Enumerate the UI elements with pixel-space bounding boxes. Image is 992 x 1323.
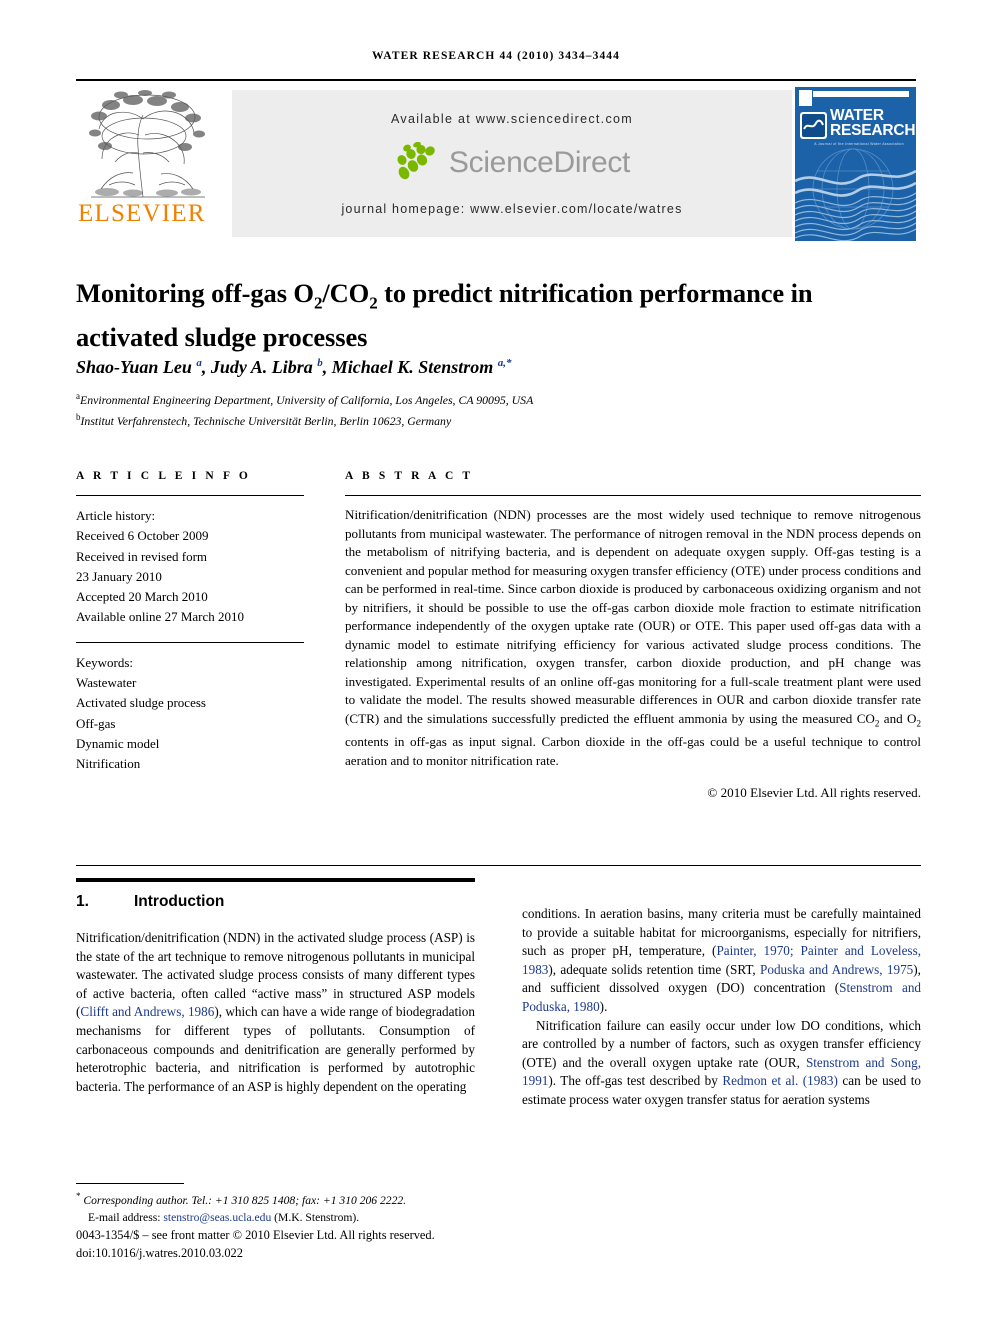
email-label: E-mail address: [88, 1211, 161, 1225]
page-title: Monitoring off-gas O2/CO2 to predict nit… [76, 276, 921, 354]
elsevier-wordmark: ELSEVIER [78, 200, 206, 227]
journal-cover-thumbnail: WATER RESEARCH A Journal of the Internat… [795, 87, 916, 241]
abstract-cont-1: and O [879, 711, 917, 727]
section-title: Introduction [134, 893, 225, 910]
article-info-heading: A R T I C L E I N F O [76, 470, 251, 482]
section-number: 1. [76, 893, 89, 910]
body-column-right: conditions. In aeration basins, many cri… [522, 905, 921, 1110]
abstract-text: Nitrification/denitrification (NDN) proc… [345, 496, 921, 770]
section-divider-top [76, 865, 921, 866]
author-list: Shao-Yuan Leu a, Judy A. Libra b, Michae… [76, 357, 512, 377]
citation-link[interactable]: Clifft and Andrews, 1986 [80, 1004, 214, 1019]
citation-link[interactable]: Poduska and Andrews, 1975 [760, 962, 913, 977]
corresponding-author-note: * Corresponding author. Tel.: +1 310 825… [76, 1188, 516, 1226]
keyword-item: Dynamic model [76, 735, 160, 751]
sciencedirect-panel: Available at www.sciencedirect.com Scien… [232, 90, 792, 237]
section-heading-introduction: 1. Introduction [76, 893, 476, 911]
author-affil-mark-a: a [196, 357, 202, 369]
intro-paragraph-right-1: conditions. In aeration basins, many cri… [522, 905, 921, 1017]
cover-top-bar [813, 91, 909, 97]
imprint-block: 0043-1354/$ – see front matter © 2010 El… [76, 1226, 576, 1262]
article-history-item: Available online 27 March 2010 [76, 609, 244, 625]
iwa-logo-icon [800, 112, 827, 139]
cover-globe-waves-graphic [795, 148, 916, 241]
intro-right-text-b: ), adequate solids retention time (SRT, [548, 961, 761, 977]
section-heading-bar [76, 878, 475, 882]
issn-line: 0043-1354/$ – see front matter © 2010 El… [76, 1228, 435, 1242]
keyword-item: Activated sludge process [76, 695, 206, 711]
running-head: WATER RESEARCH 44 (2010) 3434–3444 [371, 50, 621, 62]
article-history-item: 23 January 2010 [76, 568, 162, 584]
elsevier-logo: ELSEVIER [76, 89, 221, 237]
elsevier-tree-icon [81, 89, 213, 199]
title-part-1: Monitoring off-gas O [76, 277, 314, 308]
article-history: Article history: Received 6 October 2009… [76, 496, 304, 628]
article-history-label: Article history: [76, 508, 156, 523]
keywords-block: Keywords: Wastewater Activated sludge pr… [76, 643, 304, 775]
affiliation-b-text: Institut Verfahrenstech, Technische Univ… [80, 414, 452, 429]
affiliation-b: bInstitut Verfahrenstech, Technische Uni… [76, 409, 921, 430]
abstract-heading: A B S T R A C T [345, 470, 474, 482]
keyword-item: Wastewater [76, 675, 137, 691]
journal-masthead: ELSEVIER Available at www.sciencedirect.… [76, 79, 916, 244]
cover-title-line2: RESEARCH [830, 122, 916, 139]
intro-paragraph-right-2: Nitrification failure can easily occur u… [522, 1017, 921, 1110]
affiliations: aEnvironmental Engineering Department, U… [76, 388, 921, 431]
abstract-main: Nitrification/denitrification (NDN) proc… [345, 507, 921, 727]
author-affil-mark-a-star: a,* [497, 357, 512, 369]
title-sub-2: 2 [369, 293, 378, 313]
email-link[interactable]: stenstro@seas.ucla.edu [163, 1211, 271, 1224]
doi-line: doi:10.1016/j.watres.2010.03.022 [76, 1246, 243, 1260]
abstract-column: A B S T R A C T Nitrification/denitrific… [345, 470, 921, 801]
paper-page: WATER RESEARCH 44 (2010) 3434–3444 ELSEV… [0, 0, 992, 1323]
keyword-item: Nitrification [76, 756, 141, 772]
keywords-label: Keywords: [76, 654, 134, 670]
cover-title: WATER RESEARCH [830, 108, 916, 139]
sciencedirect-wordmark: ScienceDirect [448, 146, 631, 179]
author-affil-mark-b: b [317, 357, 323, 369]
email-line: E-mail address: stenstro@seas.ucla.edu (… [76, 1209, 516, 1226]
article-history-item: Accepted 20 March 2010 [76, 589, 208, 605]
cover-corner-mark [799, 90, 812, 106]
article-history-item: Received 6 October 2009 [76, 528, 209, 544]
sciencedirect-leaf-icon [397, 141, 435, 180]
article-history-item: Received in revised form [76, 548, 208, 564]
journal-homepage-text: journal homepage: www.elsevier.com/locat… [341, 202, 683, 216]
available-at-text: Available at www.sciencedirect.com [391, 112, 633, 126]
affiliation-a-text: Environmental Engineering Department, Un… [80, 392, 534, 407]
abstract-cont-2: contents in off-gas as input signal. Car… [345, 734, 921, 768]
intro-paragraph-left: Nitrification/denitrification (NDN) in t… [76, 929, 475, 1096]
body-column-left: Nitrification/denitrification (NDN) in t… [76, 929, 475, 1096]
keyword-item: Off-gas [76, 715, 116, 731]
article-info-column: A R T I C L E I N F O Article history: R… [76, 470, 304, 775]
title-part-2: /CO [322, 277, 370, 308]
sciencedirect-logo: ScienceDirect [232, 141, 792, 190]
intro-right2-text-b: ). The off-gas test described by [548, 1073, 723, 1089]
email-owner: (M.K. Stenstrom). [274, 1211, 360, 1225]
footnote-rule [76, 1183, 184, 1184]
copyright-line: © 2010 Elsevier Ltd. All rights reserved… [707, 785, 921, 801]
footnote-marker: * [76, 1191, 81, 1201]
corresponding-author-text: Corresponding author. Tel.: +1 310 825 1… [83, 1193, 407, 1207]
abstract-sub-2: 2 [916, 718, 921, 729]
citation-link[interactable]: Redmon et al. (1983) [722, 1073, 838, 1088]
affiliation-a: aEnvironmental Engineering Department, U… [76, 388, 921, 409]
intro-right-text-d: ). [599, 998, 608, 1014]
